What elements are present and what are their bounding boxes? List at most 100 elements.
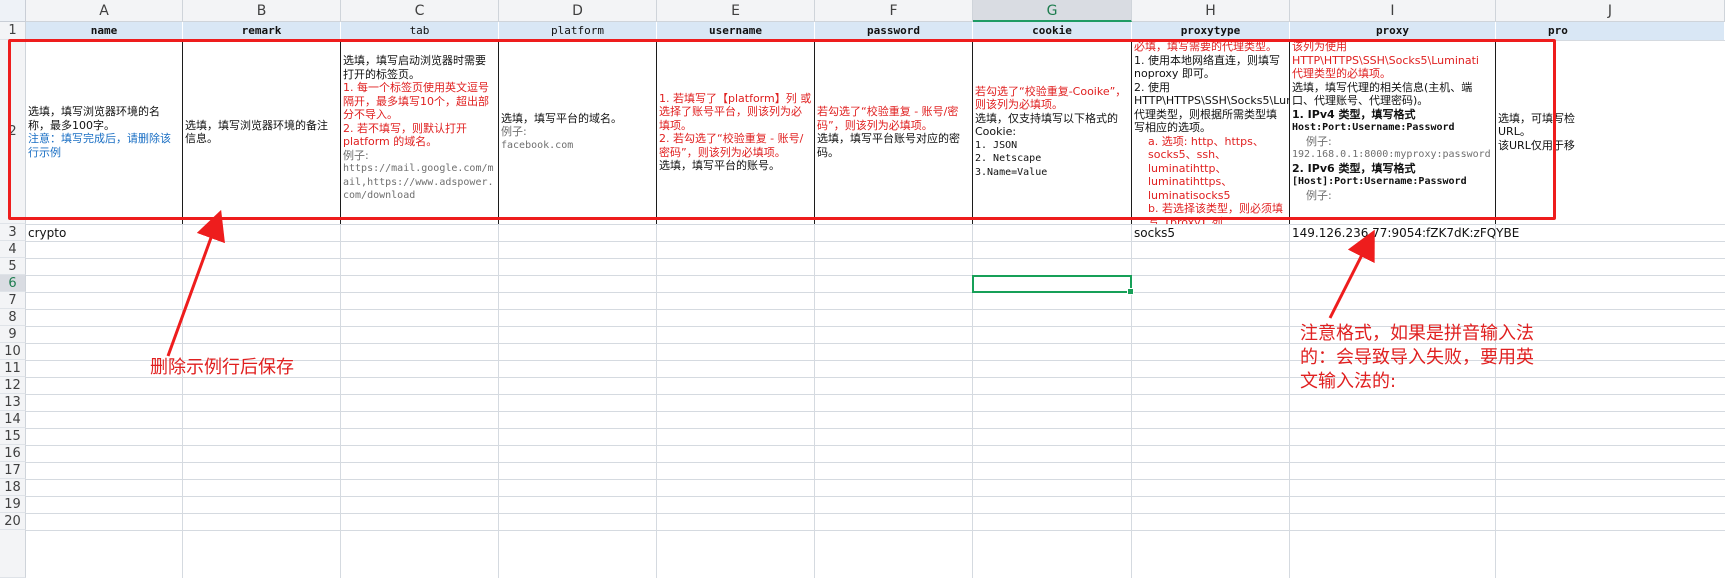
column-header-f[interactable]: F — [815, 0, 973, 22]
proxy-desc-ipv4-example-label: 例子: — [1306, 134, 1332, 148]
annotation-format-line-3: 文输入法的: — [1300, 371, 1397, 392]
row-header-11[interactable]: 11 — [0, 360, 26, 377]
proxy-desc-ipv4-title: 1. IPv4 类型，填写格式 — [1292, 107, 1416, 121]
row-header-overflow — [0, 530, 26, 578]
tab-desc-example: https://mail.google.com/mail,https://www… — [343, 163, 494, 201]
tab-desc-example-label: 例子: — [343, 148, 369, 162]
row-header-2[interactable]: 2 — [0, 40, 26, 224]
cookie-format-name-value: 3.Name=Value — [975, 166, 1048, 178]
proxytype-desc-option-2: 2. 使用HTTP\HTTPS\SSH\Socks5\Luminati 代理类型… — [1134, 80, 1289, 135]
proxy-desc-ipv6-example-label: 例子: — [1306, 188, 1332, 202]
pro-desc-text: 选填，可填写检 — [1498, 111, 1575, 125]
column-header-d[interactable]: D — [499, 0, 657, 22]
cell-e1-username[interactable]: username — [657, 22, 815, 40]
row-header-18[interactable]: 18 — [0, 479, 26, 496]
row-header-16[interactable]: 16 — [0, 445, 26, 462]
proxy-desc-text: 选填，填写代理的相关信息(主机、端口、代理账号、代理密码)。 — [1292, 80, 1473, 108]
proxytype-desc-option-1: 1. 使用本地网络直连，则填写noproxy 即可。 — [1134, 53, 1280, 81]
password-desc-rule: 若勾选了“校验重复 - 账号/密码”，则该列为必填项。 — [817, 105, 959, 132]
column-header-c[interactable]: C — [341, 0, 499, 22]
password-desc-text: 选填，填写平台账号对应的密码。 — [817, 132, 960, 159]
select-all-corner[interactable] — [0, 0, 26, 22]
proxy-desc-ipv4-example: 192.168.0.1:8000:myproxy:password — [1292, 149, 1491, 160]
cell-i3-proxy[interactable]: 149.126.236.77:9054:fZK7dK:zFQYBE — [1290, 224, 1550, 241]
column-header-b[interactable]: B — [183, 0, 341, 22]
tab-desc-rule-2: 2. 若不填写，则默认打开platform 的域名。 — [343, 121, 467, 149]
cell-a1-name[interactable]: name — [26, 22, 183, 40]
column-header-g[interactable]: G — [973, 0, 1132, 22]
column-header-h[interactable]: H — [1132, 0, 1290, 22]
tab-desc-rule-1: 1. 每一个标签页使用英文逗号隔开，最多填写10个，超出部分不导入。 — [343, 81, 489, 121]
row-header-12[interactable]: 12 — [0, 377, 26, 394]
row-header-6[interactable]: 6 — [0, 275, 26, 292]
cell-h1-proxytype[interactable]: proxytype — [1132, 22, 1290, 40]
cell-j1-pro[interactable]: pro — [1496, 22, 1725, 40]
cell-f1-password[interactable]: password — [815, 22, 973, 40]
row-header-5[interactable]: 5 — [0, 258, 26, 275]
cookie-format-json: 1. JSON — [975, 139, 1018, 151]
cell-d2-platform-desc[interactable]: 选填，填写平台的域名。 例子: facebook.com — [499, 40, 657, 224]
cell-e2-username-desc[interactable]: 1. 若填写了【platform】列 或选择了账号平台，则该列为必填项。 2. … — [657, 40, 815, 224]
row-header-3[interactable]: 3 — [0, 224, 26, 241]
proxy-desc-ipv6-title: 2. IPv6 类型，填写格式 — [1292, 161, 1416, 175]
row-header-17[interactable]: 17 — [0, 462, 26, 479]
cell-i2-proxy-desc[interactable]: 该列为使用HTTP\HTTPS\SSH\Socks5\Luminati 代理类型… — [1290, 40, 1496, 224]
cookie-format-netscape: 2. Netscape — [975, 153, 1042, 165]
column-header-j[interactable]: J — [1496, 0, 1725, 22]
proxy-desc-ipv4-format: Host:Port:Username:Password — [1292, 122, 1455, 133]
arrow-to-example-row — [166, 209, 225, 357]
platform-desc-text: 选填，填写平台的域名。 — [501, 111, 622, 125]
column-header-e[interactable]: E — [657, 0, 815, 22]
remark-desc-text: 选填，填写浏览器环境的备注信息。 — [185, 118, 328, 146]
name-desc-note: 注意：填写完成后，请删除该行示例 — [28, 132, 171, 159]
cell-g1-cookie[interactable]: cookie — [973, 22, 1132, 40]
cell-g2-cookie-desc[interactable]: 若勾选了“校验重复-Cooike”，则该列为必填项。 选填，仅支持填写以下格式的… — [973, 40, 1132, 224]
active-cell-g6[interactable] — [972, 275, 1134, 295]
tab-desc-text: 选填，填写启动浏览器时需要打开的标签页。 — [343, 54, 486, 81]
cell-b1-remark[interactable]: remark — [183, 22, 341, 40]
cell-d1-platform[interactable]: platform — [499, 22, 657, 40]
proxy-desc-ipv6-format: [Host]:Port:Username:Password — [1292, 176, 1467, 187]
cell-h2-proxytype-desc[interactable]: 必填，填写需要的代理类型。 1. 使用本地网络直连，则填写noproxy 即可。… — [1132, 40, 1290, 224]
cell-b2-remark-desc[interactable]: 选填，填写浏览器环境的备注信息。 — [183, 40, 341, 224]
annotation-format-line-2: 的：会导致导入失败，要用英 — [1300, 347, 1534, 368]
annotation-format-note: 注意格式，如果是拼音输入法 的：会导致导入失败，要用英 文输入法的: — [1300, 322, 1534, 394]
annotation-delete-example: 删除示例行后保存 — [150, 357, 294, 378]
row-header-20[interactable]: 20 — [0, 513, 26, 530]
proxytype-desc-choices: a. 选项: http、https、socks5、ssh、luminatihtt… — [1148, 134, 1264, 202]
pro-desc-url: URL。 — [1498, 125, 1531, 139]
username-desc-rule-1: 1. 若填写了【platform】列 或选择了账号平台，则该列为必填项。 — [659, 91, 812, 132]
proxy-desc-required: 该列为使用HTTP\HTTPS\SSH\Socks5\Luminati 代理类型… — [1292, 40, 1479, 80]
cookie-desc-rule: 若勾选了“校验重复-Cooike”，则该列为必填项。 — [975, 84, 1127, 112]
arrow-to-proxy-cell — [1328, 229, 1375, 319]
cookie-desc-text: 选填，仅支持填写以下格式的Cookie: — [975, 111, 1118, 139]
column-header-i[interactable]: I — [1290, 0, 1496, 22]
cell-c1-tab[interactable]: tab — [341, 22, 499, 40]
spreadsheet[interactable]: A B C D E F G H I J 1 2 3 4 5 6 7 8 9 10… — [0, 0, 1725, 578]
cell-a3-name[interactable]: crypto — [26, 224, 183, 241]
proxytype-desc-note: b. 若选择该类型，则必须填写【proxy】列 — [1148, 202, 1283, 224]
row-header-4[interactable]: 4 — [0, 241, 26, 258]
cell-h3-proxytype[interactable]: socks5 — [1132, 224, 1290, 241]
row-header-13[interactable]: 13 — [0, 394, 26, 411]
cell-c2-tab-desc[interactable]: 选填，填写启动浏览器时需要打开的标签页。 1. 每一个标签页使用英文逗号隔开，最… — [341, 40, 499, 224]
name-desc-text: 选填，填写浏览器环境的名称，最多100字。 — [28, 105, 160, 132]
row-header-8[interactable]: 8 — [0, 309, 26, 326]
platform-desc-example-label: 例子: — [501, 125, 527, 139]
row-header-10[interactable]: 10 — [0, 343, 26, 360]
pro-desc-note: 该URL仅用于移 — [1498, 138, 1575, 152]
cell-i1-proxy[interactable]: proxy — [1290, 22, 1496, 40]
row-header-7[interactable]: 7 — [0, 292, 26, 309]
cell-j2-pro-desc[interactable]: 选填，可填写检 URL。 该URL仅用于移 — [1496, 40, 1725, 224]
cell-a2-name-desc[interactable]: 选填，填写浏览器环境的名称，最多100字。 注意：填写完成后，请删除该行示例 — [26, 40, 183, 224]
row-header-14[interactable]: 14 — [0, 411, 26, 428]
row-header-15[interactable]: 15 — [0, 428, 26, 445]
proxytype-desc-required: 必填，填写需要的代理类型。 — [1134, 40, 1277, 53]
platform-desc-example: facebook.com — [501, 139, 574, 151]
cell-f2-password-desc[interactable]: 若勾选了“校验重复 - 账号/密码”，则该列为必填项。 选填，填写平台账号对应的… — [815, 40, 973, 224]
column-header-a[interactable]: A — [26, 0, 183, 22]
username-desc-text: 选填，填写平台的账号。 — [659, 159, 780, 172]
row-header-9[interactable]: 9 — [0, 326, 26, 343]
row-header-1[interactable]: 1 — [0, 22, 26, 40]
row-header-19[interactable]: 19 — [0, 496, 26, 513]
